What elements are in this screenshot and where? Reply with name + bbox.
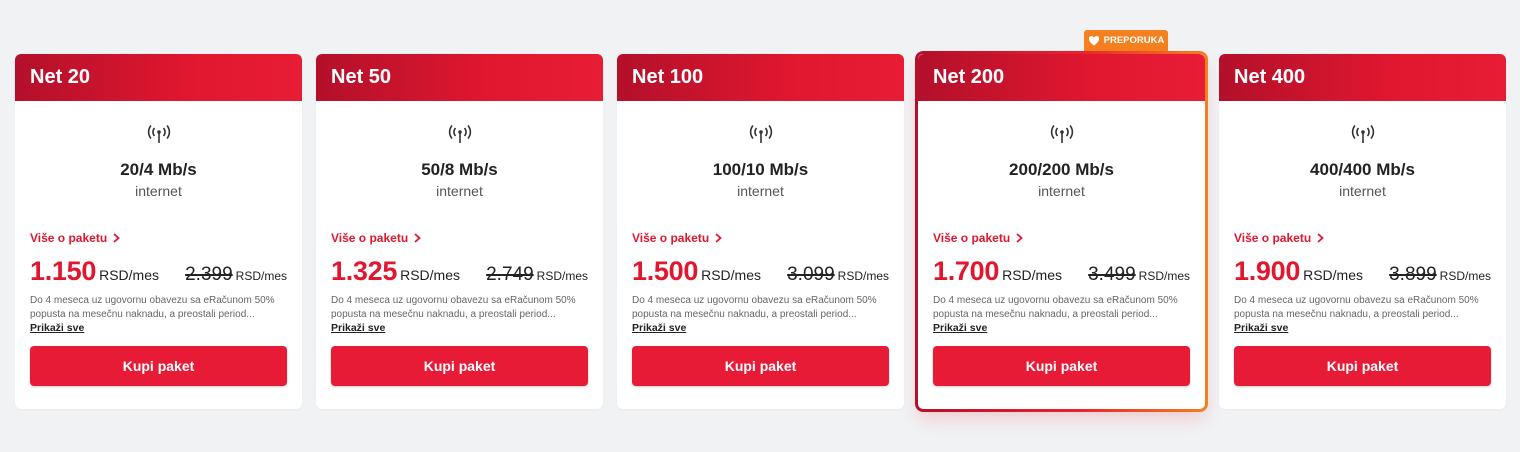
- package-card: Net 100 100/10 Mb/s internet Više o pake…: [617, 54, 904, 409]
- price-old-unit: RSD/mes: [536, 269, 588, 283]
- package-title: Net 100: [632, 66, 704, 88]
- package-list: Net 20 20/4 Mb/s internet Više o paketu …: [15, 51, 1506, 412]
- package-header: Net 100: [617, 54, 904, 101]
- promo-text: Do 4 meseca uz ugovornu obavezu sa eRaču…: [933, 295, 1178, 320]
- buy-package-button[interactable]: Kupi paket: [1234, 346, 1491, 386]
- show-all-link[interactable]: Prikaži sve: [30, 322, 84, 334]
- price-row: 1.900 RSD/mes 3.899 RSD/mes: [1234, 256, 1491, 287]
- more-label: Više o paketu: [1234, 231, 1312, 245]
- price-new-unit: RSD/mes: [99, 267, 159, 283]
- package-speed-label: internet: [1339, 183, 1386, 199]
- package-header: Net 20: [15, 54, 302, 101]
- recommended-badge: PREPORUKA: [1084, 30, 1168, 51]
- package-speed: 50/8 Mb/s: [421, 160, 498, 179]
- more-about-package-link[interactable]: Više o paketu: [1234, 231, 1325, 245]
- package-card: Net 50 50/8 Mb/s internet Više o paketu …: [316, 54, 603, 409]
- more-label: Više o paketu: [331, 231, 409, 245]
- price-old: 3.099: [787, 264, 835, 285]
- package-speed: 400/400 Mb/s: [1310, 160, 1415, 179]
- package-card-featured: Net 200 200/200 Mb/s internet Više o pak…: [915, 51, 1208, 412]
- package-header: Net 50: [316, 54, 603, 101]
- price-new-unit: RSD/mes: [1002, 267, 1062, 283]
- price-new: 1.700: [933, 256, 1000, 286]
- package-title: Net 20: [30, 66, 91, 88]
- package-speed: 200/200 Mb/s: [1009, 160, 1114, 179]
- package-title: Net 50: [331, 66, 392, 88]
- buy-package-button[interactable]: Kupi paket: [331, 346, 588, 386]
- package-header: Net 200: [918, 54, 1205, 101]
- show-all-link[interactable]: Prikaži sve: [933, 322, 987, 334]
- package-speed: 100/10 Mb/s: [712, 160, 809, 179]
- price-old-unit: RSD/mes: [1439, 269, 1491, 283]
- promo-text: Do 4 meseca uz ugovornu obavezu sa eRaču…: [331, 295, 576, 320]
- price-old-unit: RSD/mes: [235, 269, 287, 283]
- buy-package-button[interactable]: Kupi paket: [632, 346, 889, 386]
- package-speed-label: internet: [436, 183, 483, 199]
- buy-package-button[interactable]: Kupi paket: [933, 346, 1190, 386]
- package-title: Net 400: [1234, 66, 1306, 88]
- signal-icon: [147, 124, 170, 143]
- promo-text: Do 4 meseca uz ugovornu obavezu sa eRaču…: [1234, 295, 1479, 320]
- promo-text: Do 4 meseca uz ugovornu obavezu sa eRaču…: [632, 295, 877, 320]
- package-card: Net 20 20/4 Mb/s internet Više o paketu …: [15, 54, 302, 409]
- signal-icon: [1351, 124, 1374, 143]
- price-row: 1.700 RSD/mes 3.499 RSD/mes: [933, 256, 1190, 287]
- show-all-link[interactable]: Prikaži sve: [632, 322, 686, 334]
- package-speed: 20/4 Mb/s: [120, 160, 197, 179]
- buy-package-button[interactable]: Kupi paket: [30, 346, 287, 386]
- price-old-unit: RSD/mes: [837, 269, 889, 283]
- price-new: 1.150: [30, 256, 97, 286]
- signal-icon: [448, 124, 471, 143]
- more-about-package-link[interactable]: Više o paketu: [632, 231, 723, 245]
- more-label: Više o paketu: [632, 231, 710, 245]
- package-speed-label: internet: [135, 183, 182, 199]
- price-new: 1.325: [331, 256, 398, 286]
- price-new: 1.900: [1234, 256, 1301, 286]
- more-label: Više o paketu: [933, 231, 1011, 245]
- price-old-unit: RSD/mes: [1138, 269, 1190, 283]
- chevron-right-icon: [1317, 233, 1325, 243]
- more-about-package-link[interactable]: Više o paketu: [30, 231, 121, 245]
- price-row: 1.325 RSD/mes 2.749 RSD/mes: [331, 256, 588, 287]
- heart-icon: [1088, 36, 1099, 46]
- signal-icon: [749, 124, 772, 143]
- show-all-link[interactable]: Prikaži sve: [331, 322, 385, 334]
- more-about-package-link[interactable]: Više o paketu: [331, 231, 422, 245]
- price-new-unit: RSD/mes: [701, 267, 761, 283]
- promo-text: Do 4 meseca uz ugovornu obavezu sa eRaču…: [30, 295, 275, 320]
- package-header: Net 400: [1219, 54, 1506, 101]
- signal-icon: [1050, 124, 1073, 143]
- package-speed-label: internet: [1038, 183, 1085, 199]
- show-all-link[interactable]: Prikaži sve: [1234, 322, 1288, 334]
- chevron-right-icon: [715, 233, 723, 243]
- price-old: 3.499: [1088, 264, 1136, 285]
- more-label: Više o paketu: [30, 231, 108, 245]
- more-about-package-link[interactable]: Više o paketu: [933, 231, 1024, 245]
- price-row: 1.500 RSD/mes 3.099 RSD/mes: [632, 256, 889, 287]
- price-new-unit: RSD/mes: [400, 267, 460, 283]
- package-speed-label: internet: [737, 183, 784, 199]
- price-old: 3.899: [1389, 264, 1437, 285]
- chevron-right-icon: [414, 233, 422, 243]
- chevron-right-icon: [113, 233, 121, 243]
- price-new-unit: RSD/mes: [1303, 267, 1363, 283]
- badge-label: PREPORUKA: [1103, 35, 1165, 46]
- price-old: 2.399: [185, 264, 233, 285]
- package-card: Net 400 400/400 Mb/s internet Više o pak…: [1219, 54, 1506, 409]
- price-old: 2.749: [486, 264, 534, 285]
- price-new: 1.500: [632, 256, 699, 286]
- package-title: Net 200: [933, 66, 1005, 88]
- chevron-right-icon: [1016, 233, 1024, 243]
- price-row: 1.150 RSD/mes 2.399 RSD/mes: [30, 256, 287, 287]
